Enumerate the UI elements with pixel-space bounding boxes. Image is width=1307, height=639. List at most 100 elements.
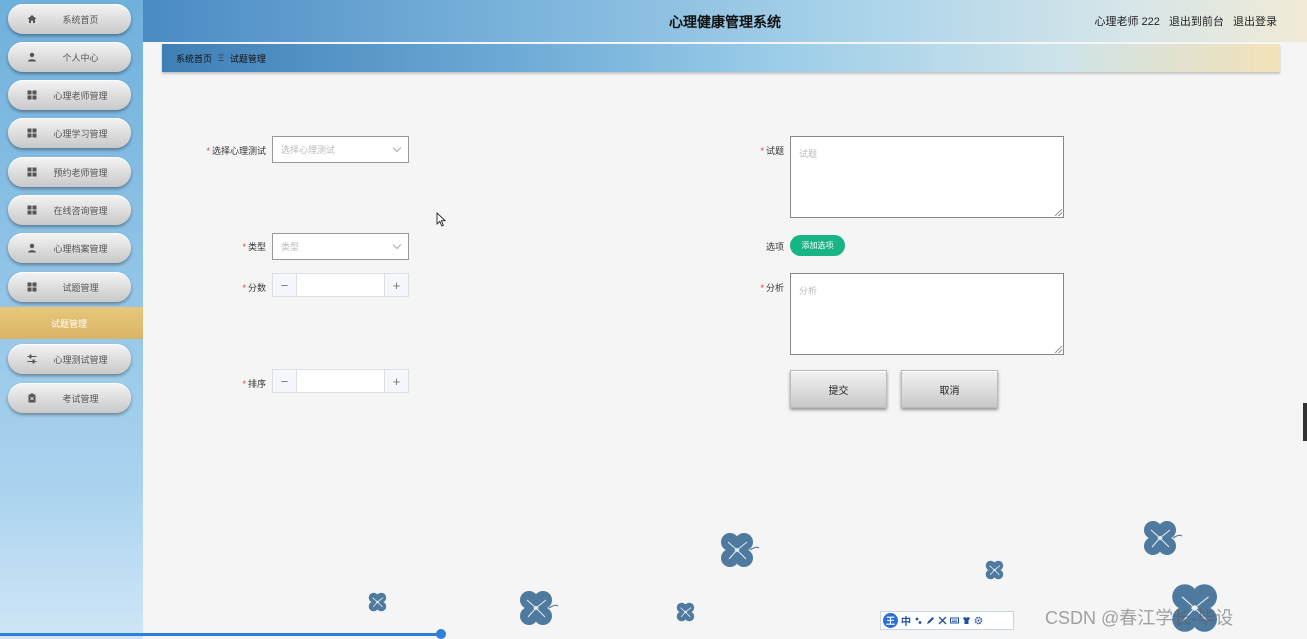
score-increment-button[interactable]: + [384,274,408,296]
type-select[interactable]: 类型 [272,233,409,260]
options-label: 选项 [730,240,784,253]
score-decrement-button[interactable]: − [273,274,297,296]
test-label: * 选择心理测试 [200,144,266,157]
flower-decoration-icon [368,592,387,612]
ime-mode[interactable]: 中 [901,613,911,628]
progress-knob[interactable] [436,629,446,639]
required-mark: * [760,146,764,156]
sidebar-item-learning[interactable]: 心理学习管理 [8,118,131,148]
mouse-cursor-icon [436,212,446,227]
order-input[interactable] [297,370,384,392]
sidebar-item-questions[interactable]: 试题管理 [8,272,131,302]
sidebar-item-label: 在线咨询管理 [53,205,108,216]
flower-decoration-icon [676,602,695,622]
ime-toolbar: 王 中 [880,611,1014,630]
sidebar: 系统首页 个人中心 心理老师管理 心理学习管理 预约老师管理 在线咨询管理 心理… [0,0,143,639]
breadcrumb-home[interactable]: 系统首页 [176,52,212,65]
pen-icon[interactable] [926,616,935,625]
question-label-text: 试题 [765,146,784,156]
grid-icon [26,89,38,101]
score-label-text: 分数 [247,283,266,293]
top-header: 心理健康管理系统 心理老师 222 退出到前台 退出登录 [143,0,1307,42]
breadcrumb: 系统首页 Ξ 试题管理 [162,44,1280,72]
sidebar-item-archives[interactable]: 心理档案管理 [8,233,131,263]
submenu-item-questions[interactable]: 试题管理 [0,307,143,339]
required-mark: * [242,379,246,389]
type-label-text: 类型 [247,242,266,252]
sidebar-item-label: 心理学习管理 [53,128,108,139]
order-decrement-button[interactable]: − [273,370,297,392]
sliders-icon [26,353,38,365]
analysis-label: * 分析 [730,281,784,294]
add-option-button[interactable]: 添加选项 [790,235,845,256]
sidebar-item-label: 试题管理 [62,282,99,293]
grid-icon [26,204,38,216]
settings-icon[interactable] [974,616,983,625]
sidebar-item-label: 考试管理 [62,393,99,404]
resize-grip-icon[interactable] [1055,346,1062,353]
analysis-placeholder: 分析 [799,286,818,296]
punctuation-icon[interactable] [914,616,923,625]
sidebar-item-profile[interactable]: 个人中心 [8,42,131,72]
home-icon [26,13,38,25]
chevron-down-icon [392,240,402,250]
required-mark: * [206,146,210,156]
order-increment-button[interactable]: + [384,370,408,392]
question-label: * 试题 [730,144,784,157]
flower-decoration-icon [520,591,559,625]
order-label-text: 排序 [247,379,266,389]
sidebar-item-label: 心理测试管理 [53,354,108,365]
analysis-textarea[interactable]: 分析 [790,273,1064,355]
sidebar-item-home[interactable]: 系统首页 [8,4,131,34]
skin-icon[interactable] [962,616,971,625]
scrollbar-thumb[interactable] [1303,403,1307,441]
sidebar-item-label: 个人中心 [62,52,99,63]
required-mark: * [242,242,246,252]
sidebar-item-label: 预约老师管理 [53,167,108,178]
sidebar-item-label: 系统首页 [62,14,99,25]
score-input[interactable] [297,274,384,296]
user-icon [26,51,38,63]
grid-icon [26,281,38,293]
required-mark: * [242,283,246,293]
test-select-placeholder: 选择心理测试 [281,145,336,155]
sidebar-item-consulting[interactable]: 在线咨询管理 [8,195,131,225]
progress-bar [0,633,441,636]
clipboard-icon [26,392,38,404]
goto-front-link[interactable]: 退出到前台 [1169,16,1224,28]
sidebar-item-appointments[interactable]: 预约老师管理 [8,157,131,187]
resize-grip-icon[interactable] [1055,209,1062,216]
submit-button[interactable]: 提交 [790,370,887,408]
test-label-text: 选择心理测试 [211,146,266,156]
chevron-down-icon [392,143,402,153]
question-textarea[interactable]: 试题 [790,136,1064,218]
scissors-icon[interactable] [938,616,947,625]
sidebar-item-label: 心理老师管理 [53,90,108,101]
order-stepper: − + [272,369,409,393]
test-select[interactable]: 选择心理测试 [272,136,409,163]
type-select-placeholder: 类型 [281,242,300,252]
current-user: 心理老师 222 [1094,16,1160,28]
sidebar-item-teachers[interactable]: 心理老师管理 [8,80,131,110]
score-label: * 分数 [200,281,266,294]
question-placeholder: 试题 [799,149,818,159]
order-label: * 排序 [200,377,266,390]
keyboard-icon[interactable] [950,616,959,625]
breadcrumb-separator: Ξ [218,53,224,63]
breadcrumb-current: 试题管理 [229,53,266,64]
watermark: CSDN @春江学长-毕设 [1045,608,1234,628]
user-icon [26,242,38,254]
ime-logo[interactable]: 王 [883,613,898,628]
sidebar-item-tests[interactable]: 心理测试管理 [8,344,131,374]
flower-decoration-icon [985,560,1004,580]
options-label-text: 选项 [765,242,784,252]
cancel-button[interactable]: 取消 [901,370,998,408]
user-area: 心理老师 222 退出到前台 退出登录 [1094,13,1277,29]
type-label: * 类型 [200,240,266,253]
sidebar-item-exams[interactable]: 考试管理 [8,383,131,413]
grid-icon [26,166,38,178]
analysis-label-text: 分析 [765,283,784,293]
grid-icon [26,127,38,139]
logout-link[interactable]: 退出登录 [1233,16,1277,28]
score-stepper: − + [272,273,409,297]
